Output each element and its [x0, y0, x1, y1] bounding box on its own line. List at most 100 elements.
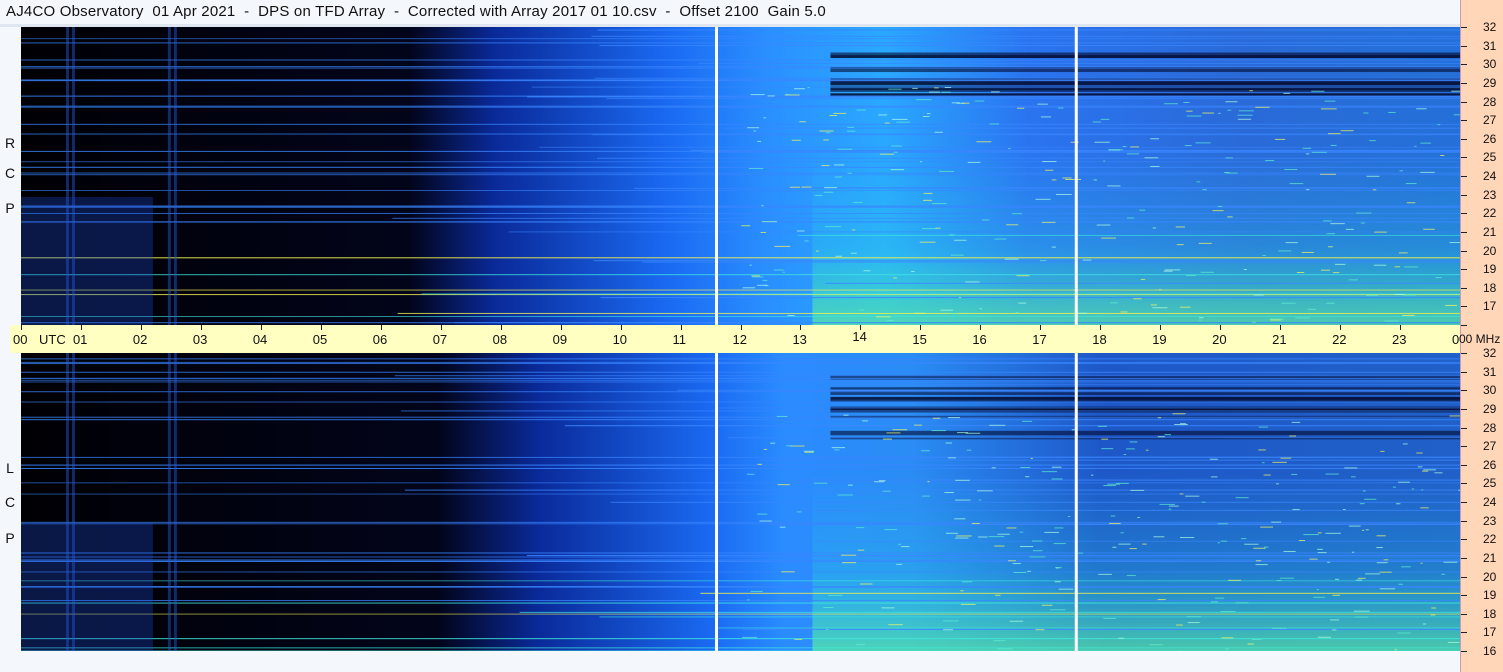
- noise-speckle: [801, 186, 812, 188]
- time-marker-line: [1074, 353, 1078, 651]
- noise-speckle: [1258, 426, 1269, 428]
- noise-speckle: [859, 309, 865, 311]
- noise-speckle: [777, 484, 790, 486]
- noise-speckle: [1195, 142, 1211, 144]
- noise-speckle: [950, 313, 958, 315]
- noise-speckle: [1029, 556, 1046, 558]
- noise-speckle: [1325, 473, 1339, 475]
- rfi-line: [21, 161, 1460, 163]
- mhz-tick-label: 31: [1483, 38, 1497, 53]
- noise-speckle: [1109, 302, 1118, 304]
- noise-speckle: [922, 199, 932, 201]
- rfi-line: [21, 556, 1460, 558]
- noise-speckle: [1051, 246, 1057, 248]
- mhz-tick-label: 24: [1483, 495, 1497, 509]
- noise-speckle: [1262, 254, 1266, 256]
- noise-speckle: [833, 112, 847, 114]
- noise-speckle: [988, 536, 1005, 538]
- utc-tick-label: 15: [912, 332, 927, 347]
- noise-speckle: [1437, 124, 1441, 126]
- noise-speckle: [1115, 482, 1129, 484]
- mhz-tick-mark: [1461, 427, 1467, 429]
- noise-speckle: [1185, 495, 1200, 497]
- noise-speckle: [1395, 503, 1401, 505]
- noise-speckle: [815, 250, 819, 252]
- noise-speckle: [1030, 457, 1033, 459]
- noise-speckle: [1150, 304, 1158, 306]
- absorption-band: [830, 81, 1460, 85]
- noise-speckle: [920, 161, 923, 163]
- mhz-tick-label: 20: [1483, 569, 1497, 584]
- noise-speckle: [781, 571, 795, 573]
- noise-speckle: [1157, 417, 1162, 419]
- noise-speckle: [834, 449, 840, 451]
- noise-speckle: [1198, 242, 1212, 244]
- mhz-tick-label: 16: [1483, 644, 1497, 658]
- noise-speckle: [1049, 609, 1066, 611]
- rfi-line: [21, 580, 1460, 582]
- noise-speckle: [1289, 435, 1297, 437]
- noise-speckle: [976, 141, 992, 143]
- rfi-line: [21, 212, 1460, 214]
- noise-speckle: [941, 91, 951, 93]
- mhz-tick-mark: [1461, 613, 1467, 615]
- noise-speckle: [1369, 140, 1376, 142]
- noise-speckle: [825, 132, 831, 134]
- time-marker-line: [1074, 27, 1078, 325]
- rfi-line: [21, 482, 1460, 484]
- utc-tick-label: 19: [1152, 332, 1167, 347]
- rfi-line: [397, 312, 1460, 314]
- noise-speckle: [888, 88, 902, 90]
- noise-speckle: [804, 451, 814, 453]
- noise-speckle: [981, 219, 990, 221]
- noise-speckle: [911, 271, 915, 273]
- noise-speckle: [1333, 272, 1340, 274]
- noise-speckle: [1051, 478, 1063, 480]
- noise-speckle: [1420, 562, 1423, 564]
- utc-tick-mark: [680, 325, 682, 330]
- noise-speckle: [847, 484, 853, 486]
- noise-speckle: [978, 499, 982, 501]
- noise-speckle: [1159, 503, 1175, 505]
- noise-speckle: [796, 230, 805, 232]
- noise-speckle: [1217, 542, 1220, 544]
- noise-speckle: [1362, 490, 1366, 492]
- noise-speckle: [1027, 570, 1031, 572]
- noise-speckle: [856, 527, 865, 529]
- noise-speckle: [1022, 420, 1033, 422]
- rfi-line: [21, 613, 1460, 615]
- noise-speckle: [1186, 616, 1201, 618]
- rfi-line: [401, 410, 1460, 412]
- rfi-line: [21, 289, 1460, 291]
- utc-tick-label: 08: [492, 332, 508, 347]
- noise-speckle: [1150, 165, 1160, 167]
- noise-speckle: [1447, 641, 1460, 643]
- rfi-line: [21, 381, 1460, 383]
- noise-speckle: [1225, 101, 1238, 103]
- utc-tick-label: 02: [132, 332, 148, 347]
- noise-speckle: [1196, 181, 1201, 183]
- noise-speckle: [859, 583, 873, 585]
- noise-speckle: [837, 494, 854, 496]
- noise-speckle: [1251, 321, 1257, 323]
- noise-speckle: [1186, 110, 1193, 112]
- rfi-line: [596, 157, 1460, 159]
- noise-speckle: [1006, 224, 1019, 226]
- noise-speckle: [1067, 515, 1071, 517]
- noise-speckle: [884, 529, 897, 531]
- noise-speckle: [1041, 471, 1058, 473]
- utc-tick-label: 05: [312, 332, 328, 347]
- noise-speckle: [1414, 145, 1417, 147]
- rcp-letter-2: C: [4, 165, 16, 181]
- mhz-tick-label: 29: [1483, 401, 1497, 416]
- noise-speckle: [742, 287, 756, 289]
- daytime-glow: [812, 473, 1460, 651]
- noise-speckle: [1291, 473, 1298, 475]
- noise-speckle: [1065, 178, 1082, 180]
- rfi-line: [825, 282, 1460, 284]
- noise-speckle: [948, 417, 961, 419]
- noise-speckle: [1397, 632, 1411, 634]
- noise-speckle: [886, 432, 901, 434]
- noise-speckle: [1302, 147, 1312, 149]
- noise-speckle: [1186, 115, 1202, 117]
